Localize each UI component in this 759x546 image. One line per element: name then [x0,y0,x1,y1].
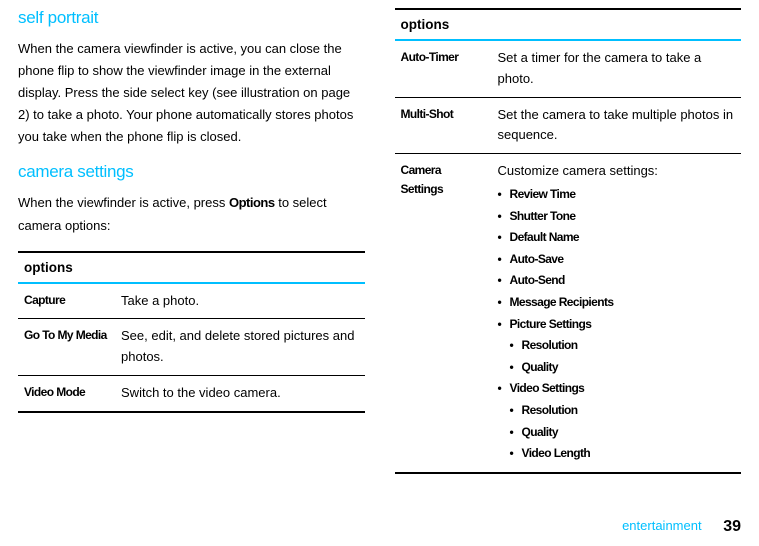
table-row: Go To My Media See, edit, and delete sto… [18,319,365,376]
option-name: Multi-Shot [395,97,492,154]
bullet-sub-item: Quality [510,357,735,379]
right-options-table: options Auto-Timer Set a timer for the c… [395,8,742,474]
option-name: Video Mode [18,376,115,412]
table-row: Auto-Timer Set a timer for the camera to… [395,40,742,97]
bullet-sub-item: Resolution [510,335,735,357]
bullet-sub-item: Quality [510,422,735,444]
bullet-item: Video Settings [498,378,735,400]
para-camera-settings: When the viewfinder is active, press Opt… [18,192,365,236]
option-desc: Switch to the video camera. [115,376,364,412]
option-name: Auto-Timer [395,40,492,97]
table-row: Video Mode Switch to the video camera. [18,376,365,412]
table-row: Capture Take a photo. [18,283,365,319]
bullet-sub-item: Video Length [510,443,735,465]
bullet-item: Picture Settings [498,314,735,336]
bullet-sub-item: Resolution [510,400,735,422]
option-desc: Take a photo. [115,283,364,319]
left-column: self portrait When the camera viewfinder… [18,8,365,474]
table-row: Camera Settings Customize camera setting… [395,154,742,473]
settings-desc-text: Customize camera settings: [498,163,658,178]
bullet-item: Shutter Tone [498,206,735,228]
bullet-item: Default Name [498,227,735,249]
para2-bold: Options [229,195,275,210]
para-self-portrait: When the camera viewfinder is active, yo… [18,38,365,148]
option-name: Go To My Media [18,319,115,376]
right-column: options Auto-Timer Set a timer for the c… [395,8,742,474]
left-options-table: options Capture Take a photo. Go To My M… [18,251,365,413]
bullet-item: Auto-Send [498,270,735,292]
option-name: Capture [18,283,115,319]
settings-bullets: Review Time Shutter Tone Default Name Au… [498,184,735,465]
bullet-item: Review Time [498,184,735,206]
option-desc: Set a timer for the camera to take a pho… [492,40,741,97]
page-columns: self portrait When the camera viewfinder… [18,8,741,474]
right-table-header: options [395,9,742,40]
option-desc-cell: Customize camera settings: Review Time S… [492,154,741,473]
page-footer: entertainment 39 [622,518,741,536]
bullet-item: Message Recipients [498,292,735,314]
table-row: Multi-Shot Set the camera to take multip… [395,97,742,154]
footer-page-number: 39 [723,518,741,535]
option-name: Camera Settings [395,154,492,473]
option-desc: See, edit, and delete stored pictures an… [115,319,364,376]
left-table-header: options [18,252,365,283]
option-desc: Set the camera to take multiple photos i… [492,97,741,154]
heading-self-portrait: self portrait [18,8,365,28]
footer-section: entertainment [622,518,702,533]
heading-camera-settings: camera settings [18,162,365,182]
bullet-item: Auto-Save [498,249,735,271]
para2-pre: When the viewfinder is active, press [18,195,229,210]
